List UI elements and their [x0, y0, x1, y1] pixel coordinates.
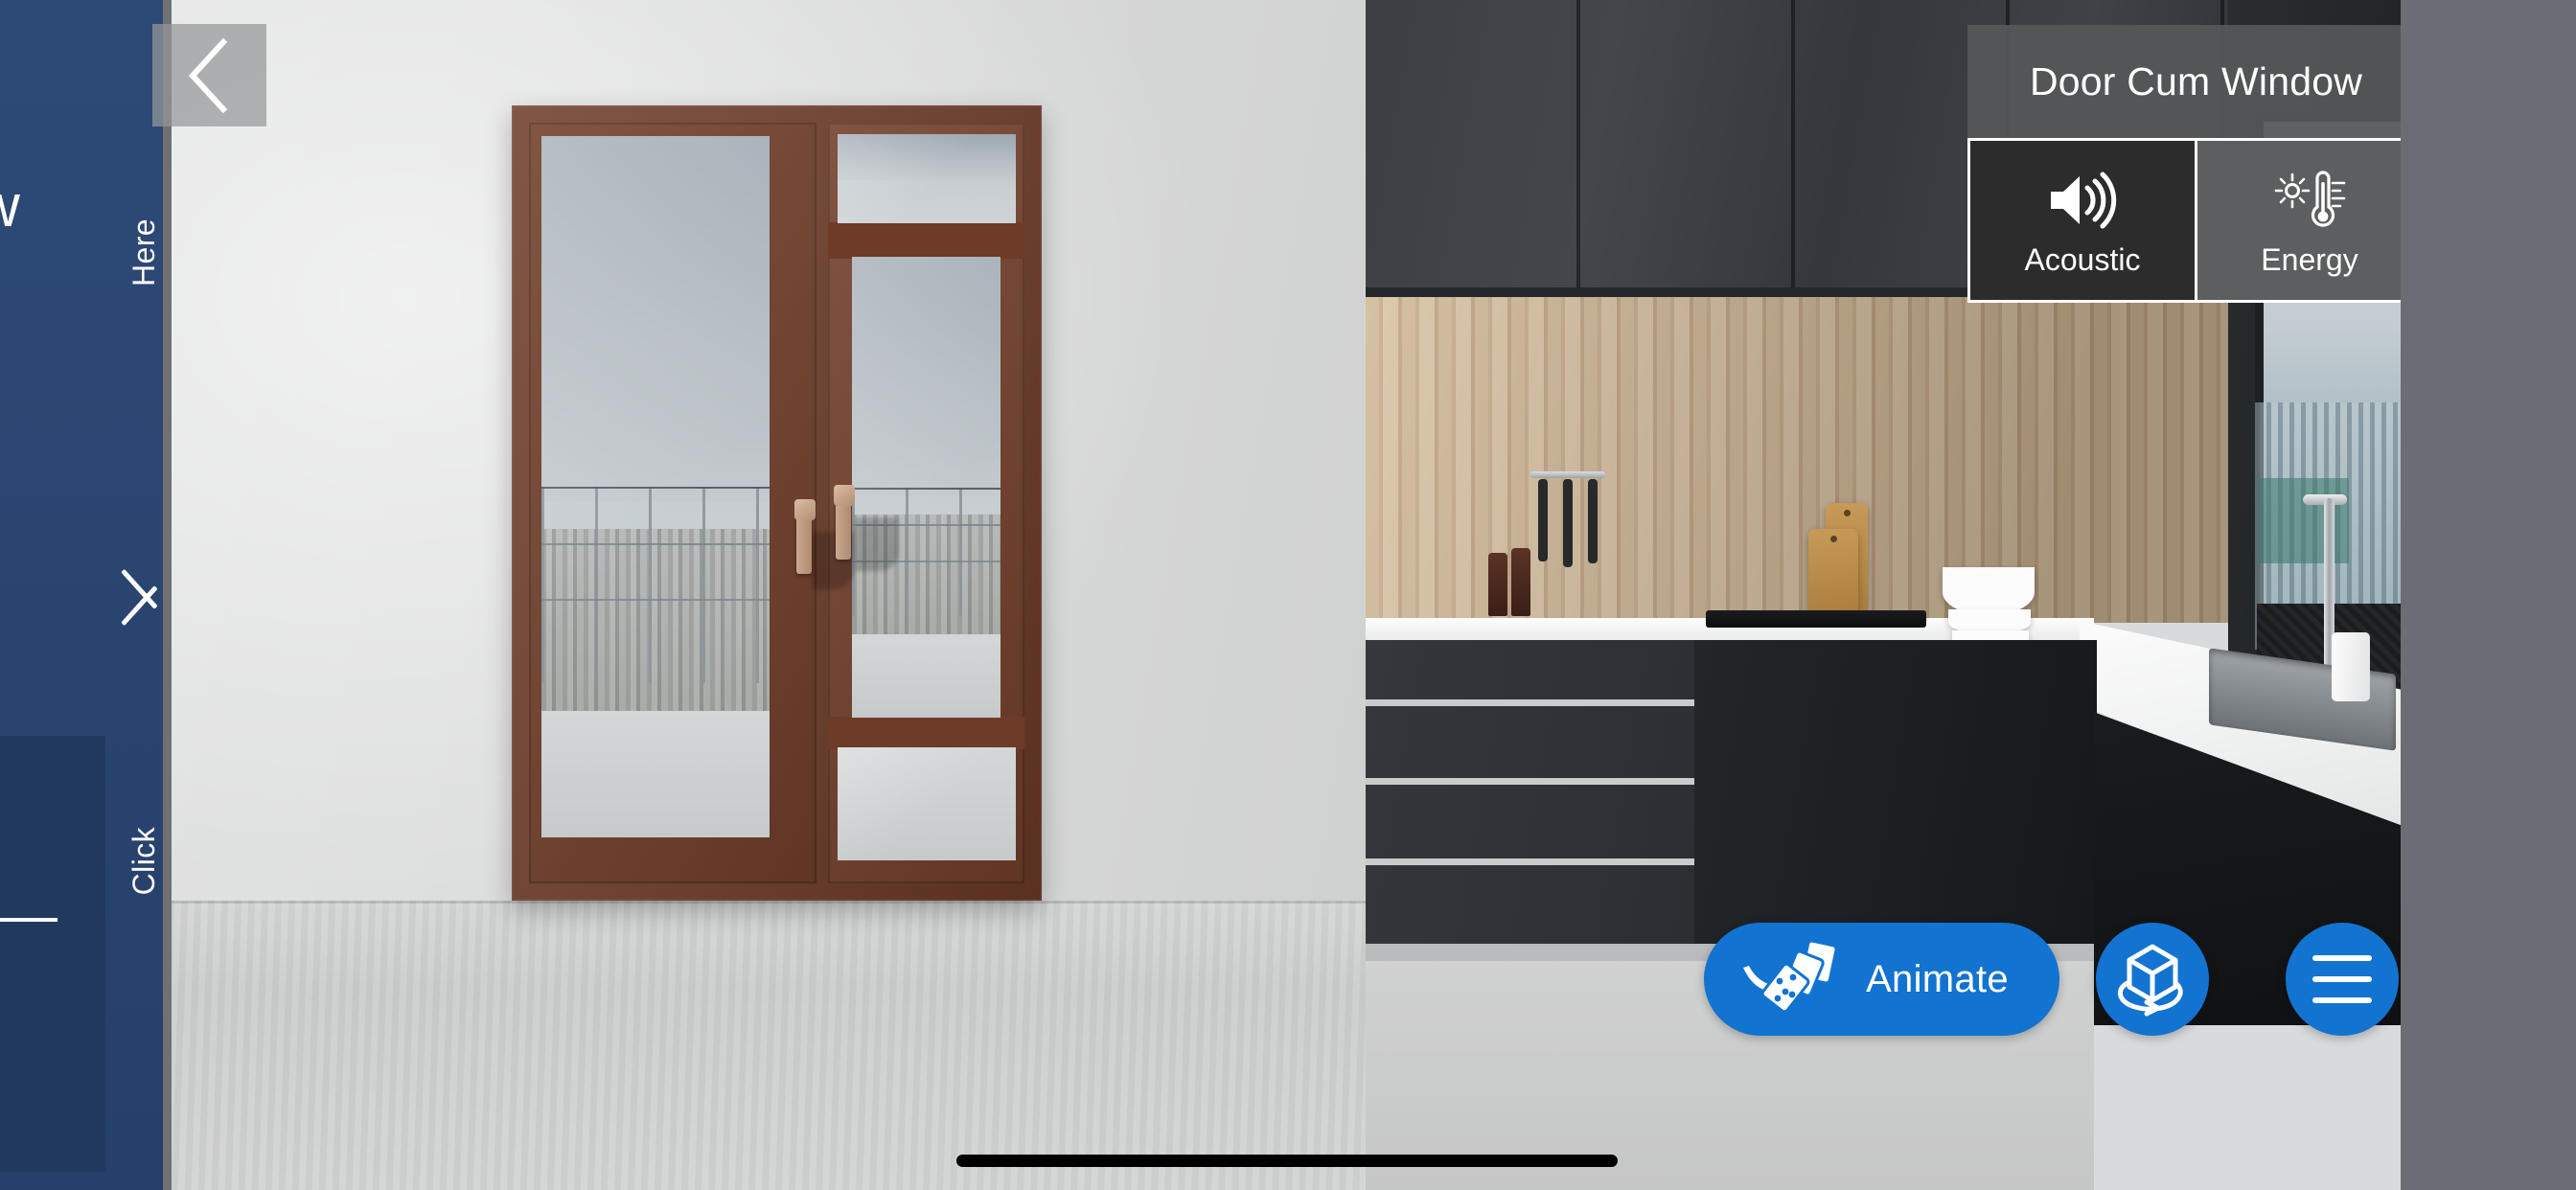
menu-button[interactable] [2286, 923, 2399, 1036]
handle-grip [794, 499, 816, 520]
glass-glare [852, 257, 1000, 718]
scene-viewport[interactable]: w Here Click Door Cum Window [0, 0, 2401, 1190]
glass-glare [838, 747, 1016, 860]
product-info-panel: Door Cum Window Acoustic Energy [1967, 25, 2401, 303]
spoon-utensil [1563, 479, 1573, 567]
glass-glare [541, 136, 770, 837]
pepper-grinder-2 [1511, 548, 1530, 616]
sun-thermometer-icon [2271, 141, 2348, 244]
glass-pane-window-bottom [838, 747, 1016, 860]
left-side-panel[interactable]: w Here Click [0, 0, 172, 1190]
page-title: Door Cum Window [2029, 58, 2363, 103]
glass-pane-left-door [541, 136, 770, 837]
side-panel-label-click: Click [126, 827, 161, 896]
spatula-utensil [1538, 479, 1548, 561]
right-gutter [2401, 0, 2576, 1190]
pepper-grinder-1 [1488, 553, 1507, 616]
tile-energy-label: Energy [2261, 242, 2358, 277]
tile-acoustic[interactable]: Acoustic [1967, 138, 2197, 303]
fork-utensil [1588, 479, 1598, 563]
home-indicator[interactable] [956, 1155, 1618, 1167]
drawer-handle-3 [1366, 858, 1696, 865]
bowl-top [1943, 567, 2035, 615]
city-view-bottom [838, 747, 1016, 860]
app-root: w Here Click Door Cum Window [0, 0, 2576, 1190]
hamburger-bar-3 [2312, 997, 2372, 1003]
side-panel-edge [163, 0, 172, 1190]
glass-glare [838, 134, 1016, 223]
base-cabinet-drawers [1366, 640, 1696, 947]
drawer-handle-1 [1366, 699, 1696, 706]
floor-texture [0, 901, 1399, 1190]
drawer-handle-2 [1366, 778, 1696, 785]
utensil-rail [1530, 471, 1605, 478]
door-handle-left[interactable] [794, 499, 816, 574]
side-panel-clipped-text: w [0, 172, 20, 240]
window-river [2259, 477, 2349, 564]
falling-dominoes-icon [1743, 939, 1838, 1014]
product-door-cum-window[interactable] [512, 105, 1042, 901]
city-view-left [541, 136, 770, 837]
handle-shadow-right [855, 517, 899, 571]
lower-sash-rail [828, 717, 1024, 749]
animate-button[interactable]: Animate [1704, 923, 2059, 1036]
tile-acoustic-label: Acoustic [2024, 242, 2141, 277]
chevron-left-icon [188, 37, 227, 113]
chevron-right-icon[interactable] [121, 541, 167, 647]
side-panel-label-here: Here [126, 218, 161, 286]
rotate-cube-icon [2118, 944, 2183, 1017]
product-title-bar: Door Cum Window [1967, 25, 2401, 138]
glass-pane-transom [838, 134, 1016, 223]
cutting-board-front [1808, 529, 1858, 621]
city-view-transom [838, 134, 1016, 223]
base-cabinet-tall [1694, 640, 2097, 956]
induction-hob [1706, 610, 1926, 628]
hamburger-menu-icon [2312, 955, 2372, 961]
animate-button-label: Animate [1866, 957, 2009, 1000]
back-button[interactable] [152, 24, 266, 126]
speaker-volume-icon [2047, 141, 2118, 244]
rotate-view-button[interactable] [2096, 923, 2209, 1036]
glass-pane-window-middle [852, 257, 1000, 718]
side-panel-dark-card [0, 736, 105, 1172]
handle-grip [834, 485, 855, 506]
soap-dispenser [2332, 632, 2370, 701]
window-handle-right[interactable] [834, 485, 855, 560]
side-panel-divider [0, 918, 58, 922]
city-view-middle [852, 257, 1000, 718]
tile-energy[interactable]: Energy [2197, 138, 2401, 303]
hamburger-bar-2 [2312, 976, 2372, 982]
property-tiles: Acoustic Energy [1967, 138, 2401, 303]
transom-sash-rail [828, 222, 1024, 259]
